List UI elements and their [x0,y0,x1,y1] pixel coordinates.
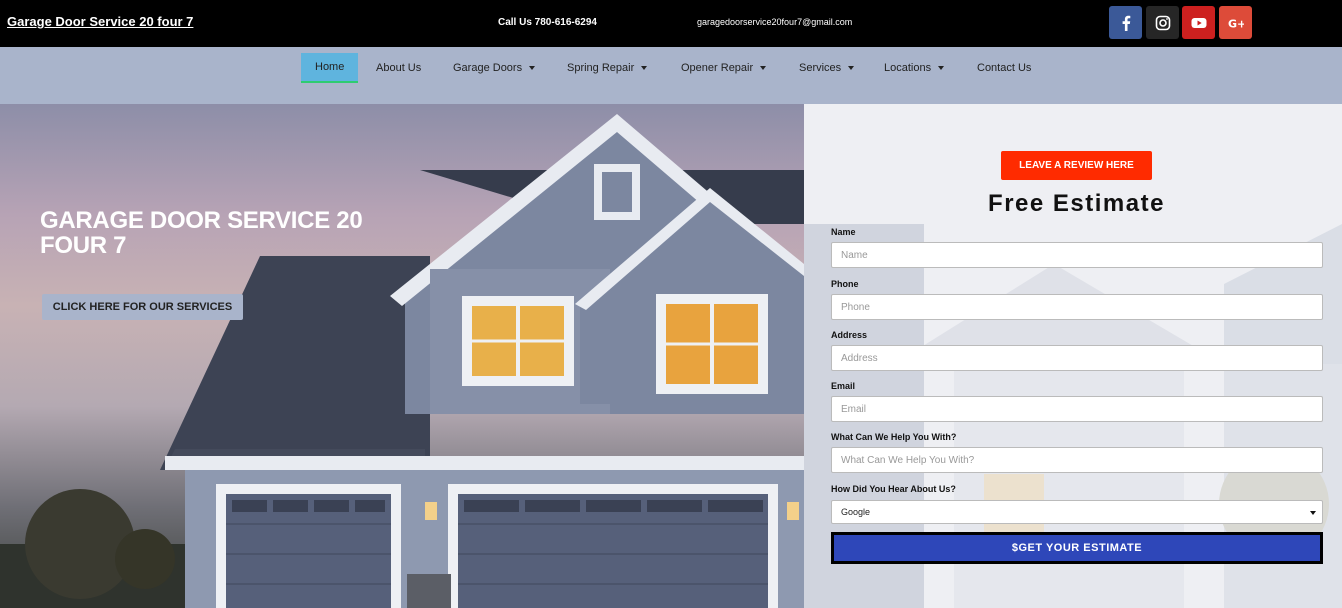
address-label: Address [831,330,868,340]
email-field[interactable] [831,396,1323,422]
chevron-down-icon [1310,511,1316,515]
facebook-icon[interactable] [1109,6,1142,39]
referral-selected-value: Google [841,507,871,517]
nav-contact-us[interactable]: Contact Us [963,53,1045,83]
chevron-down-icon [938,66,945,70]
instagram-icon[interactable] [1146,6,1179,39]
email-label: Email [831,381,856,391]
hero-title: GARAGE DOOR SERVICE 20 FOUR 7 [40,207,363,259]
nav-home[interactable]: Home [301,53,359,83]
name-field[interactable] [831,242,1323,268]
nav-label: Garage Doors [453,62,523,74]
services-button[interactable]: CLICK HERE FOR OUR SERVICES [42,294,243,320]
nav-label: Opener Repair [681,62,754,74]
nav-label: About Us [376,62,422,74]
chevron-down-icon [641,66,648,70]
get-estimate-button[interactable]: $GET YOUR ESTIMATE [831,532,1323,564]
top-bar: Garage Door Service 20 four 7 Call Us 78… [0,0,1342,47]
youtube-icon[interactable] [1182,6,1215,39]
phone-field[interactable] [831,294,1323,320]
nav-label: Services [799,62,842,74]
form-title: Free Estimate [988,190,1165,217]
google-plus-icon[interactable]: G+ [1219,6,1252,39]
nav-spring-repair[interactable]: Spring Repair [553,53,661,83]
nav-opener-repair[interactable]: Opener Repair [667,53,780,83]
house-illustration [0,114,804,608]
nav-services[interactable]: Services [785,53,868,83]
nav-label: Contact Us [977,62,1032,74]
name-label: Name [831,227,856,237]
estimate-panel: LEAVE A REVIEW HERE Free Estimate Name P… [804,104,1342,608]
help-field[interactable] [831,447,1323,473]
nav-garage-doors[interactable]: Garage Doors [439,53,549,83]
main-navigation: Home About Us Garage Doors Spring Repair… [0,47,1342,104]
email-address[interactable]: garagedoorservice20four7@gmail.com [697,17,852,27]
help-label: What Can We Help You With? [831,432,957,442]
chevron-down-icon [760,66,767,70]
nav-label: Home [315,61,345,73]
chevron-down-icon [529,66,536,70]
hero-section: GARAGE DOOR SERVICE 20 FOUR 7 CLICK HERE… [0,104,804,608]
nav-label: Spring Repair [567,62,635,74]
nav-label: Locations [884,62,932,74]
nav-locations[interactable]: Locations [870,53,958,83]
address-field[interactable] [831,345,1323,371]
referral-label: How Did You Hear About Us? [831,484,956,494]
phone-label: Phone [831,279,859,289]
chevron-down-icon [848,66,855,70]
svg-text:G+: G+ [1228,17,1244,30]
site-brand-link[interactable]: Garage Door Service 20 four 7 [7,14,193,29]
phone-number[interactable]: Call Us 780-616-6294 [498,17,597,28]
referral-select[interactable]: Google [831,500,1323,524]
nav-about-us[interactable]: About Us [362,53,435,83]
leave-review-button[interactable]: LEAVE A REVIEW HERE [1001,151,1152,180]
